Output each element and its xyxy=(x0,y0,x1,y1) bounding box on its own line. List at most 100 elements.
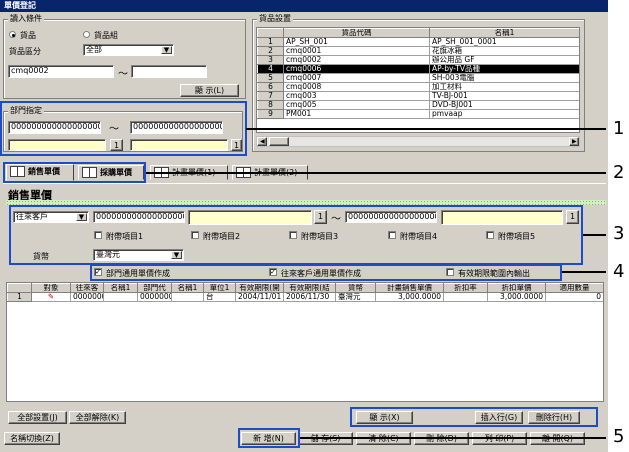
price-column-header: 對象 xyxy=(31,283,71,293)
category-label: 貨品區分 xyxy=(9,47,41,56)
product-name-cell[interactable]: AP-by-TV品種 xyxy=(429,64,579,74)
price-cell-unit[interactable]: 台 xyxy=(203,292,236,302)
callout-number-1: 1 xyxy=(613,118,625,139)
table-row[interactable]: 1 AP_SH_001 AP_SH_001_0001 xyxy=(257,37,579,47)
product-column-header: 名稱1 xyxy=(429,28,579,38)
product-from-input[interactable]: cmq0002 xyxy=(8,65,114,78)
product-code-cell[interactable]: cmq0008 xyxy=(283,82,430,92)
radio-product[interactable] xyxy=(9,31,16,38)
product-to-input[interactable] xyxy=(131,65,207,78)
price-cell-name1[interactable] xyxy=(103,292,138,302)
callout-number-4: 4 xyxy=(613,261,625,282)
callout-box-3 xyxy=(9,205,583,265)
row-number: 1 xyxy=(257,37,284,47)
table-row[interactable]: 7 cmq003 TV-BJ-001 xyxy=(257,91,579,101)
price-cell-currency[interactable]: 臺灣元 xyxy=(335,292,376,302)
product-code-cell[interactable]: PM001 xyxy=(283,109,430,119)
scroll-right-button[interactable]: ▶ xyxy=(569,137,579,146)
product-name-cell[interactable]: 辦公用品 GF xyxy=(429,55,579,65)
row-number: 2 xyxy=(257,46,284,56)
callout-box-1 xyxy=(0,101,247,156)
product-name-cell[interactable]: AP_SH_001_0001 xyxy=(429,37,579,47)
empty-row xyxy=(7,328,603,338)
row-number: 1 xyxy=(7,292,32,302)
row-number: 3 xyxy=(257,55,284,65)
price-column-header: 名稱1 xyxy=(171,283,204,293)
callout-box-5a xyxy=(350,407,598,427)
price-cell-price[interactable]: 3,000.0000 xyxy=(375,292,444,302)
product-code-cell[interactable]: cmq003 xyxy=(283,91,430,101)
product-name-cell[interactable]: pmvaap xyxy=(429,109,579,119)
price-cell-start[interactable]: 2004/11/01 xyxy=(235,292,284,302)
product-name-cell[interactable]: 花旗冰箱 xyxy=(429,46,579,56)
price-grid-header: 對象 往來客 名稱1 部門代 名稱1 單位1 有效期限(開 有效期限(結 貨幣 計畫銷售單價 折扣率… xyxy=(7,283,603,293)
price-cell-dept[interactable]: 0000000 xyxy=(137,292,172,302)
product-code-cell[interactable]: cmq005 xyxy=(283,100,430,110)
price-cell-customer[interactable]: 0000000 xyxy=(70,292,104,302)
price-column-header: 計畫銷售單價 xyxy=(375,283,444,293)
price-cell-discount_price[interactable]: 3,000.0000 xyxy=(487,292,546,302)
main-window: 單價登記 讀入條件 貨品 貨品組 貨品區分 全部 ▼ cmq0002 ～ 顯 示… xyxy=(0,0,608,452)
product-settings-label: 貨品設置 xyxy=(257,14,293,23)
product-name-cell[interactable]: TV-BJ-001 xyxy=(429,91,579,101)
table-row[interactable]: 4 cmq0006 AP-by-TV品種 xyxy=(257,64,579,74)
display-button-top[interactable]: 顯 示(L) xyxy=(180,84,239,97)
callout-number-5: 5 xyxy=(613,426,625,447)
scroll-thumb[interactable] xyxy=(269,137,289,146)
product-code-cell[interactable]: cmq0002 xyxy=(283,55,430,65)
empty-row xyxy=(7,337,603,347)
select-all-button[interactable]: 全部設置(J) xyxy=(8,411,67,424)
edit-icon[interactable]: ✎ xyxy=(48,294,54,301)
section-title-bar: 銷售單價 xyxy=(3,183,606,205)
callout-box-5b xyxy=(238,428,300,448)
price-cell-rate[interactable] xyxy=(443,292,488,302)
product-grid: 貨品代碼 名稱1 1 AP_SH_001 AP_SH_001_0001 2 cmq0001 花… xyxy=(256,27,580,133)
price-column-header: 有效期限(結 xyxy=(283,283,336,293)
product-code-cell[interactable]: cmq0006 xyxy=(283,64,430,74)
empty-row xyxy=(7,400,603,401)
window-title: 單價登記 xyxy=(0,0,608,12)
table-row[interactable]: 9 PM001 pmvaap xyxy=(257,109,579,119)
table-row[interactable]: 2 cmq0001 花旗冰箱 xyxy=(257,46,579,56)
price-cell-end[interactable]: 2006/11/30 xyxy=(283,292,336,302)
callout-box-2 xyxy=(3,162,146,183)
product-column-header: 貨品代碼 xyxy=(283,28,430,38)
callout-line-3 xyxy=(583,234,606,236)
row-number: 8 xyxy=(257,100,284,110)
chevron-down-icon[interactable]: ▼ xyxy=(161,46,172,54)
radio-product-group[interactable] xyxy=(83,31,90,38)
table-row[interactable]: 3 cmq0002 辦公用品 GF xyxy=(257,55,579,65)
price-column-header: 名稱1 xyxy=(103,283,138,293)
product-name-cell[interactable]: SH-003電腦 xyxy=(429,73,579,83)
scroll-left-button[interactable]: ◀ xyxy=(257,137,267,146)
input-conditions-label: 讀入條件 xyxy=(8,14,44,23)
range-tilde: ～ xyxy=(118,69,128,80)
callout-line-4 xyxy=(562,271,606,273)
product-code-cell[interactable]: AP_SH_001 xyxy=(283,37,430,47)
empty-row xyxy=(7,382,603,392)
price-cell-name2[interactable] xyxy=(171,292,204,302)
price-column-header: 往來客 xyxy=(70,283,104,293)
clear-all-button[interactable]: 全部解除(K) xyxy=(69,411,126,424)
product-code-cell[interactable]: cmq0001 xyxy=(283,46,430,56)
price-cell-qty[interactable]: 0 xyxy=(545,292,603,302)
product-column-header xyxy=(257,28,284,38)
product-name-cell[interactable]: DVD-BJ001 xyxy=(429,100,579,110)
callout-line-1 xyxy=(246,128,606,130)
table-row[interactable]: 5 cmq0007 SH-003電腦 xyxy=(257,73,579,83)
table-row[interactable]: 1 ✎ 0000000 0000000 台 2004/11/01 2006/11/30 臺灣元… xyxy=(7,292,603,302)
product-grid-hscrollbar[interactable]: ◀ ▶ xyxy=(256,136,580,147)
category-select[interactable]: 全部 ▼ xyxy=(83,44,174,56)
price-column-header: 適用數量 xyxy=(545,283,603,293)
name-switch-button[interactable]: 名稱切換(Z) xyxy=(4,432,60,445)
row-number: 5 xyxy=(257,73,284,83)
price-column-header: 部門代 xyxy=(137,283,172,293)
table-row[interactable]: 6 cmq0008 加工材料 xyxy=(257,82,579,92)
empty-row xyxy=(7,355,603,365)
target-cell[interactable]: ✎ xyxy=(31,292,71,302)
callout-box-4 xyxy=(90,264,562,281)
product-code-cell[interactable]: cmq0007 xyxy=(283,73,430,83)
table-row[interactable]: 8 cmq005 DVD-BJ001 xyxy=(257,100,579,110)
product-name-cell[interactable]: 加工材料 xyxy=(429,82,579,92)
row-number: 7 xyxy=(257,91,284,101)
